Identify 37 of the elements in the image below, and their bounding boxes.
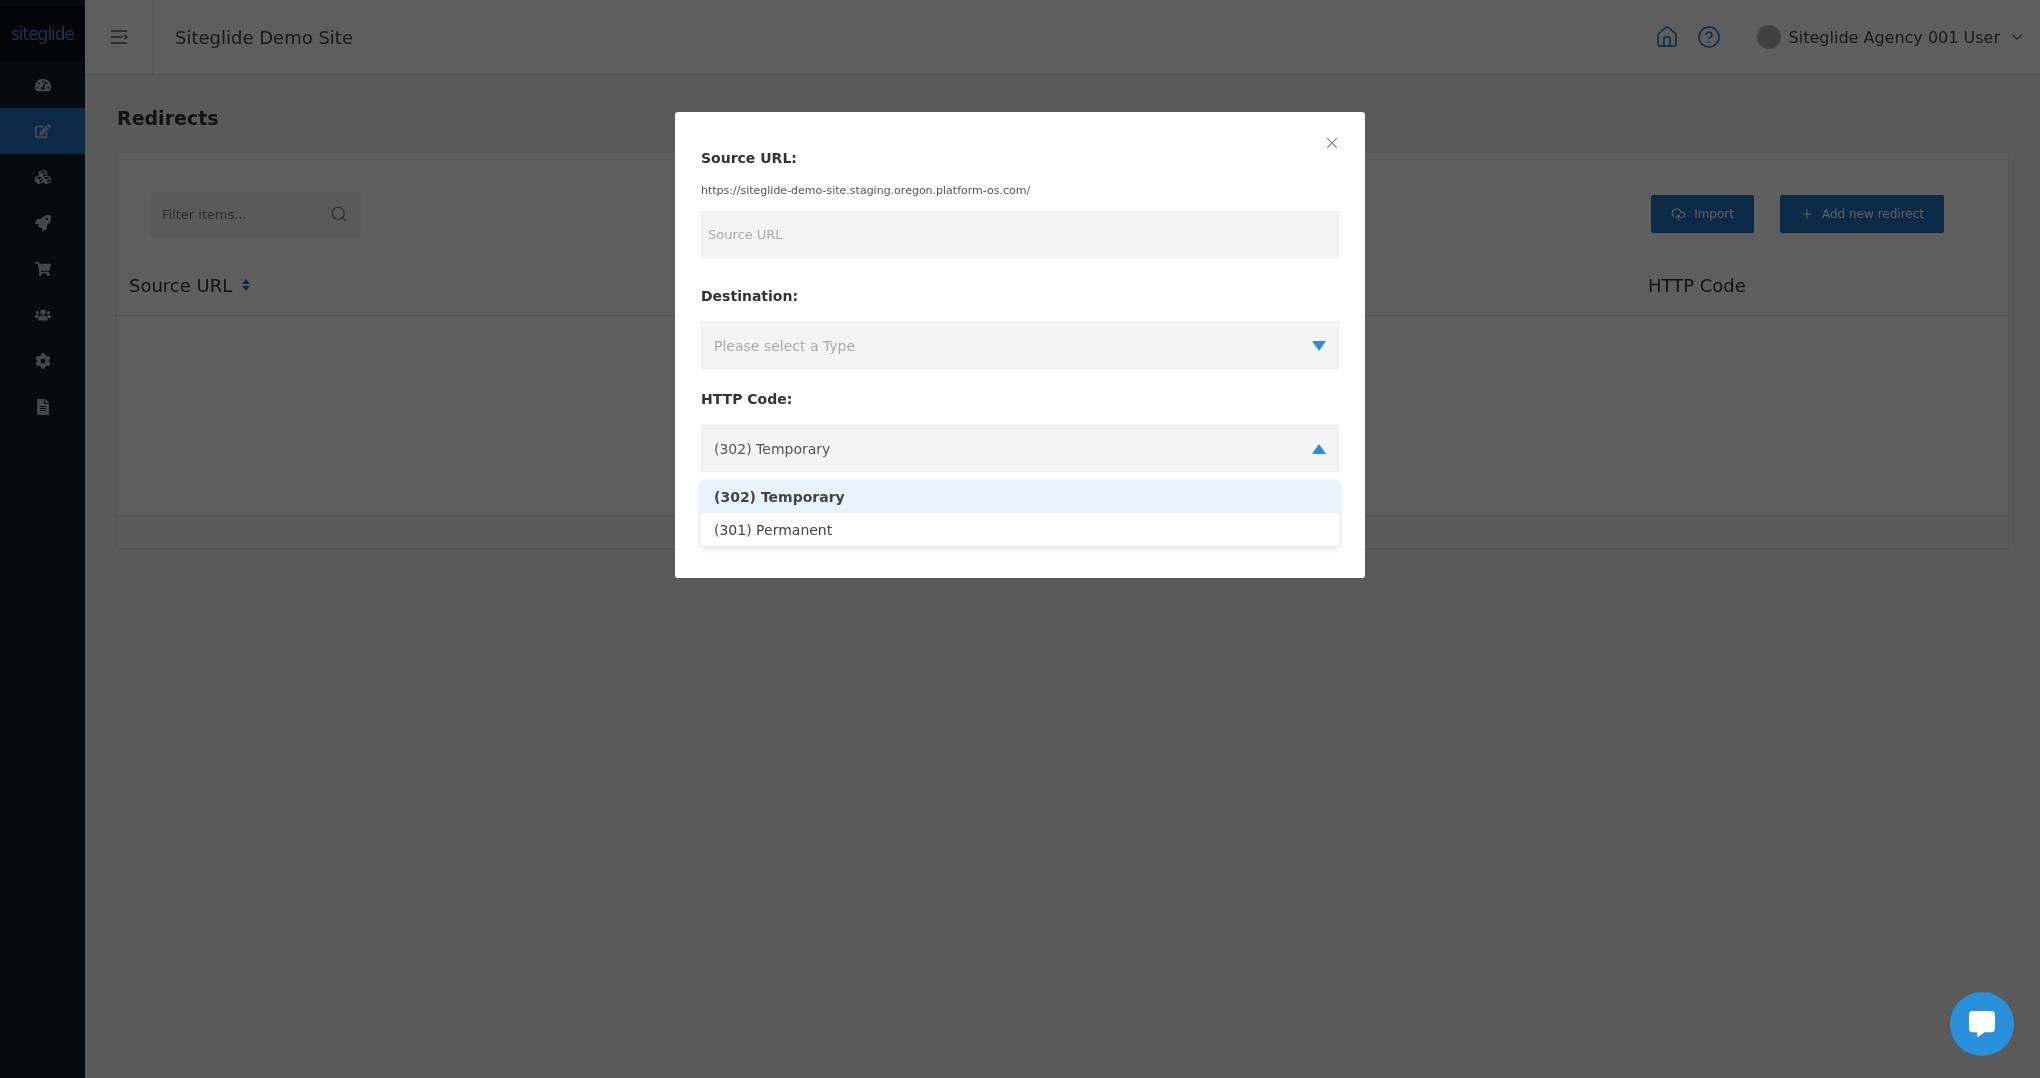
- logo: siteglide: [0, 6, 85, 62]
- plus-icon: [1799, 207, 1814, 221]
- avatar[interactable]: [1756, 25, 1781, 49]
- cubes-icon: [34, 169, 51, 185]
- field-label: HTTP Code:: [701, 391, 794, 407]
- add-button[interactable]: Add new redirect: [1779, 195, 1944, 233]
- caret-up-icon: [1312, 443, 1326, 454]
- select-field[interactable]: (302) Temporary: [701, 425, 1339, 472]
- user-name[interactable]: Siteglide Agency 001 User: [1788, 27, 2000, 47]
- page-title: Redirects: [117, 107, 220, 129]
- upload-icon: [1671, 206, 1687, 222]
- search-icon: [330, 205, 348, 223]
- gauge-icon: [34, 77, 51, 93]
- cart-icon: [34, 261, 51, 277]
- site-title: Siteglide Demo Site: [175, 26, 354, 48]
- column-header[interactable]: HTTP Code: [1648, 274, 1746, 296]
- dropdown-option[interactable]: (301) Permanent: [701, 513, 1339, 546]
- select-field[interactable]: Please select a Type: [701, 322, 1339, 369]
- users-icon: [34, 307, 51, 323]
- field-label: Destination:: [701, 288, 800, 304]
- help-icon[interactable]: [1696, 25, 1721, 49]
- menu-icon: [109, 30, 128, 44]
- sidebar-item[interactable]: [0, 108, 85, 154]
- url-prefix: https://siteglide-demo-site.staging.oregon.platform-os.com/: [701, 184, 1032, 197]
- import-button[interactable]: Import: [1651, 195, 1754, 233]
- document-icon: [34, 399, 51, 415]
- column-header[interactable]: Source URL: [129, 274, 251, 296]
- gear-icon: [34, 353, 51, 369]
- chat-icon: [1969, 1011, 1995, 1037]
- field-label: Source URL:: [701, 150, 798, 166]
- sort-icon[interactable]: [242, 279, 251, 291]
- dropdown-option[interactable]: (302) Temporary: [701, 480, 1339, 513]
- home-icon[interactable]: [1654, 25, 1679, 49]
- source-url-field[interactable]: Source URL: [701, 211, 1339, 258]
- caret-down-icon: [1312, 340, 1326, 351]
- rocket-icon: [34, 215, 51, 231]
- edit-icon: [34, 123, 51, 139]
